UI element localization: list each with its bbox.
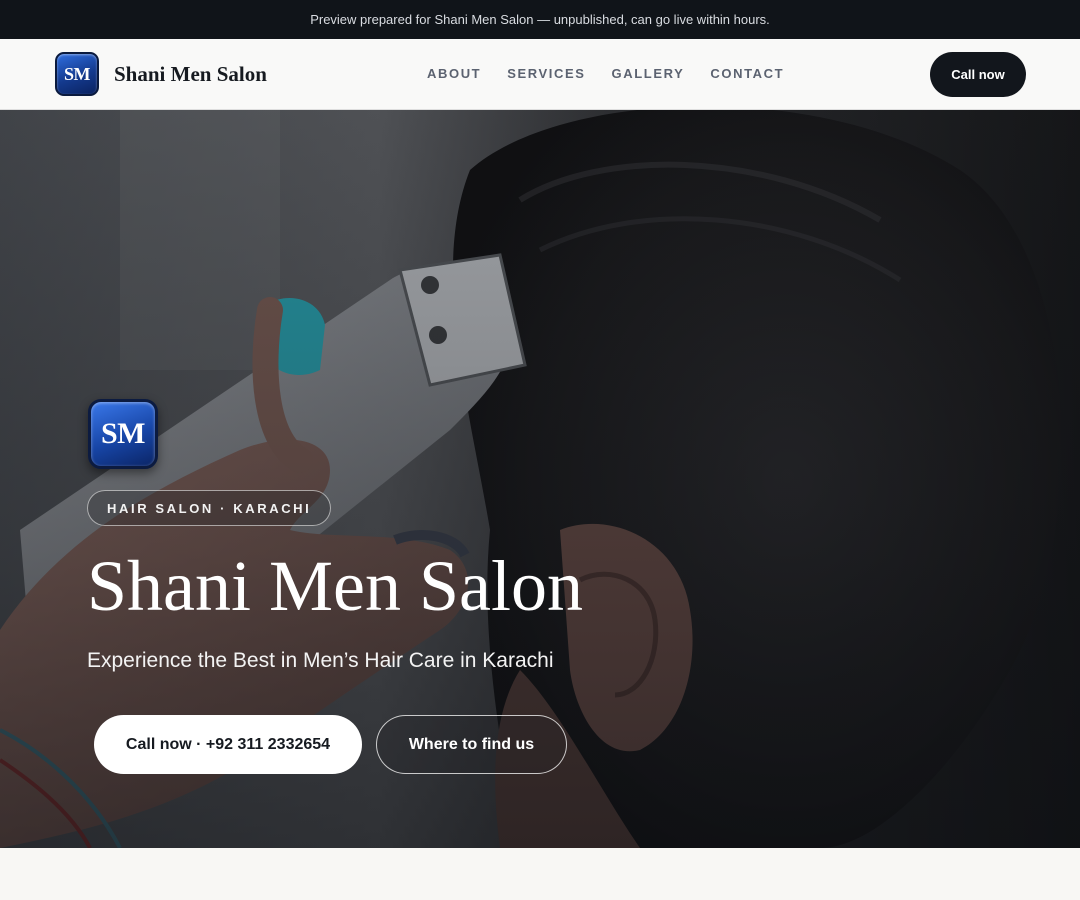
nav-item-about[interactable]: ABOUT xyxy=(427,66,481,81)
salon-logo: SM xyxy=(55,52,99,96)
hero-salon-logo: SM xyxy=(88,399,158,469)
announcement-bar: Preview prepared for Shani Men Salon — u… xyxy=(0,0,1080,39)
announcement-text: Preview prepared for Shani Men Salon — u… xyxy=(310,12,770,27)
hero-subtitle: Experience the Best in Men’s Hair Care i… xyxy=(87,649,554,672)
hero-category-text: HAIR SALON · KARACHI xyxy=(107,500,312,516)
hero-call-button[interactable]: Call now · +92 311 2332654 xyxy=(94,715,362,774)
nav-item-contact[interactable]: CONTACT xyxy=(710,66,784,81)
hero-location-button[interactable]: Where to find us xyxy=(376,715,567,774)
hero-section: SM HAIR SALON · KARACHI Shani Men Salon … xyxy=(0,110,1080,848)
hero-title: Shani Men Salon xyxy=(87,546,583,626)
main-nav: ABOUT SERVICES GALLERY CONTACT xyxy=(427,66,810,81)
logo-initials: SM xyxy=(64,63,91,84)
site-header: SM Shani Men Salon ABOUT SERVICES GALLER… xyxy=(0,39,1080,110)
next-section xyxy=(0,848,1080,900)
brand-name: Shani Men Salon xyxy=(114,61,267,86)
call-now-button[interactable]: Call now xyxy=(930,52,1026,97)
nav-item-gallery[interactable]: GALLERY xyxy=(612,66,685,81)
hero-logo-initials: SM xyxy=(101,417,146,450)
brand-link[interactable]: SM Shani Men Salon xyxy=(55,52,267,96)
nav-item-services[interactable]: SERVICES xyxy=(507,66,585,81)
hero-category-badge: HAIR SALON · KARACHI xyxy=(87,490,332,526)
